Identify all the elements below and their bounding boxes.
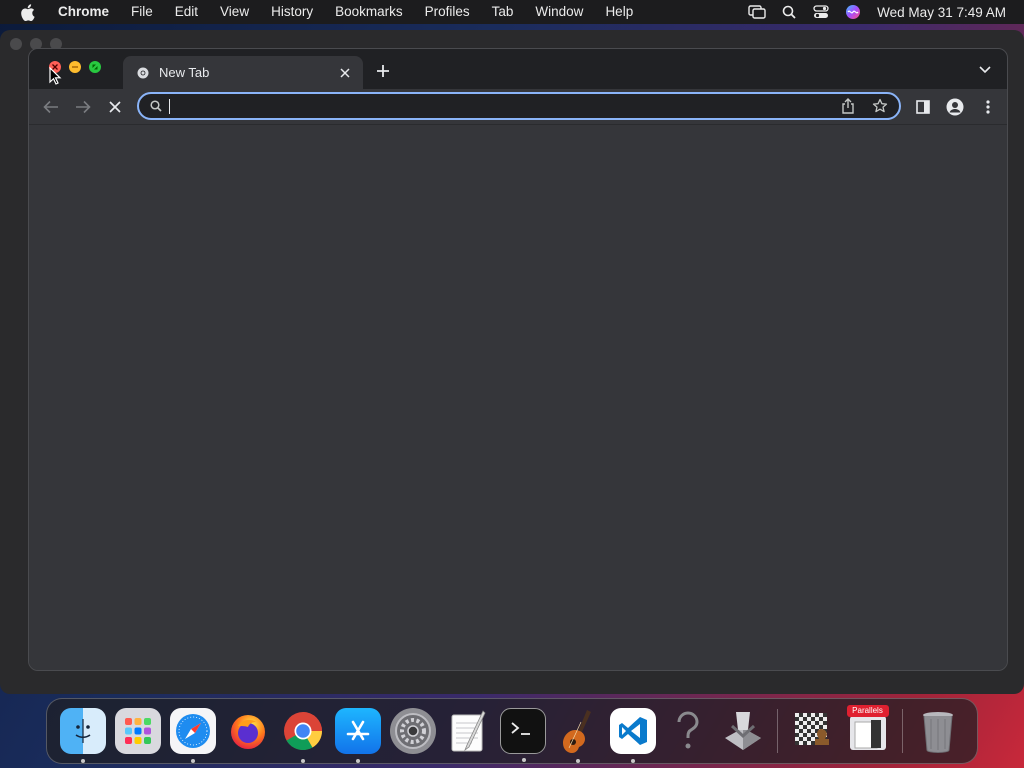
page-content — [29, 125, 1007, 670]
spotlight-search-icon[interactable] — [779, 4, 799, 20]
menu-app-name[interactable]: Chrome — [52, 0, 120, 24]
installer-icon[interactable] — [720, 708, 766, 754]
running-indicator — [355, 759, 360, 763]
tab-title: New Tab — [159, 65, 210, 80]
chrome-icon[interactable] — [280, 708, 326, 763]
menu-clock[interactable]: Wed May 31 7:49 AM — [877, 5, 1006, 20]
launchpad-icon[interactable] — [114, 708, 161, 754]
maximize-window-button[interactable] — [89, 61, 101, 73]
siri-icon[interactable] — [843, 4, 863, 20]
running-indicator — [521, 758, 526, 762]
terminal-icon[interactable] — [499, 708, 546, 762]
omnibox-search-icon — [149, 99, 163, 113]
garageband-icon[interactable] — [555, 708, 601, 763]
system-settings-icon[interactable] — [389, 708, 436, 754]
screen-mirroring-icon[interactable] — [747, 4, 767, 20]
running-indicator — [80, 759, 85, 763]
dock-separator — [902, 709, 903, 753]
help-icon[interactable] — [665, 708, 711, 754]
safari-icon[interactable] — [169, 708, 216, 763]
menu-profiles[interactable]: Profiles — [414, 0, 481, 24]
browser-toolbar — [29, 89, 1007, 125]
address-bar[interactable] — [137, 92, 901, 120]
finder-icon[interactable] — [59, 708, 106, 763]
textedit-icon[interactable] — [445, 708, 491, 754]
running-indicator — [630, 759, 635, 763]
menu-file[interactable]: File — [120, 0, 164, 24]
dock-separator — [777, 709, 778, 753]
control-center-icon[interactable] — [811, 4, 831, 20]
minimize-window-button[interactable] — [69, 61, 81, 73]
menu-help[interactable]: Help — [594, 0, 644, 24]
chrome-favicon-icon — [137, 67, 149, 79]
close-tab-icon[interactable] — [337, 65, 353, 81]
menu-view[interactable]: View — [209, 0, 260, 24]
address-input[interactable] — [176, 98, 839, 114]
dock: Parallels — [46, 698, 978, 764]
tab-new-tab[interactable]: New Tab — [123, 56, 363, 89]
running-indicator — [190, 759, 195, 763]
running-indicator — [300, 759, 305, 763]
running-indicator — [575, 759, 580, 763]
forward-arrow-icon[interactable] — [72, 96, 94, 118]
chrome-window: New Tab — [28, 48, 1008, 671]
bookmark-star-icon[interactable] — [871, 97, 889, 115]
more-menu-icon[interactable] — [977, 96, 999, 118]
menu-bar: Chrome File Edit View History Bookmarks … — [0, 0, 1024, 24]
menu-tab[interactable]: Tab — [481, 0, 525, 24]
vscode-icon[interactable] — [609, 708, 656, 763]
text-cursor — [169, 98, 170, 114]
side-panel-icon[interactable] — [912, 96, 934, 118]
share-icon[interactable] — [839, 97, 857, 115]
apple-menu-icon[interactable] — [18, 3, 36, 21]
menu-bookmarks[interactable]: Bookmarks — [324, 0, 414, 24]
tab-search-chevron-icon[interactable] — [977, 62, 993, 78]
trash-icon[interactable] — [915, 708, 961, 754]
back-arrow-icon[interactable] — [40, 96, 62, 118]
menu-history[interactable]: History — [260, 0, 324, 24]
menu-window[interactable]: Window — [524, 0, 594, 24]
app-store-icon[interactable] — [334, 708, 381, 763]
new-tab-icon[interactable] — [374, 62, 392, 80]
parallels-badge: Parallels — [846, 705, 889, 717]
tab-strip: New Tab — [29, 49, 1007, 89]
profile-icon[interactable] — [944, 96, 966, 118]
parallels-icon[interactable]: Parallels — [845, 705, 891, 754]
firefox-icon[interactable] — [225, 708, 271, 754]
stop-loading-icon[interactable] — [104, 96, 126, 118]
chess-icon[interactable] — [790, 708, 836, 754]
menu-edit[interactable]: Edit — [164, 0, 209, 24]
mouse-cursor-icon — [49, 67, 62, 85]
